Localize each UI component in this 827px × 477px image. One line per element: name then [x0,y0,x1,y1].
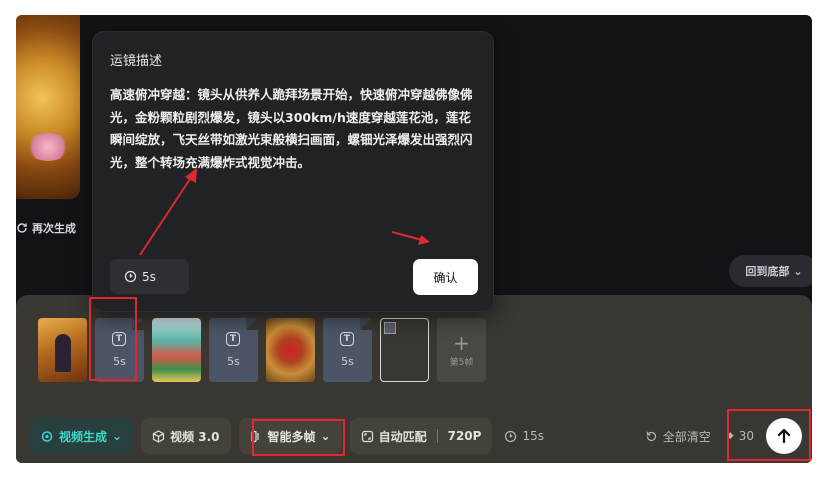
camera-motion-description[interactable]: 高速俯冲穿越：镜头从供养人跪拜场景开始，快速俯冲穿越佛像佛光，金粉颗粒剧烈爆发，… [110,84,482,174]
highlight-transition-frame [89,297,137,381]
regenerate-label: 再次生成 [32,222,76,235]
reset-icon [646,431,656,441]
refresh-icon [17,223,27,233]
video-mode-icon [41,430,53,442]
plus-icon: + [453,330,470,355]
back-to-bottom-button[interactable]: 回到底部 ⌄ [729,255,812,287]
divider [436,429,438,443]
chevron-down-icon: ⌄ [793,264,803,278]
resolution-label: 720P [447,429,482,443]
clock-icon [505,430,517,442]
add-frame-button[interactable]: + 第5帧 [437,318,486,382]
confirm-button[interactable]: 确认 [413,259,478,295]
keyframe-4[interactable] [380,318,429,382]
cube-icon [152,429,165,443]
text-icon: T [226,332,240,346]
highlight-send-button [727,409,811,461]
keyframe-2[interactable] [152,318,201,382]
mode-select[interactable]: 视频生成 ⌄ [30,418,134,454]
generated-image-preview[interactable] [16,15,80,199]
popover-duration-chip[interactable]: 5s [110,259,189,294]
clear-all-button[interactable]: 全部清空 [641,418,715,454]
transition-duration: 5s [227,355,240,368]
highlight-multiframe-button [252,419,345,456]
keyframe-1[interactable] [38,318,87,382]
transition-duration: 5s [341,355,354,368]
ratio-resolution-select[interactable]: 自动匹配 720P [349,418,493,454]
regenerate-button[interactable]: 再次生成 [16,220,76,236]
back-to-bottom-label: 回到底部 [745,265,790,278]
transition-3[interactable]: T 5s [323,318,372,382]
add-frame-label: 第5帧 [449,357,474,368]
ratio-label: 自动匹配 [378,429,427,444]
model-select[interactable]: 视频 3.0 [141,418,231,454]
transition-2[interactable]: T 5s [209,318,258,382]
chevron-down-icon: ⌄ [112,429,123,443]
aspect-ratio-icon [361,430,373,442]
clear-all-label: 全部清空 [662,429,711,444]
keyframe-3[interactable] [266,318,315,382]
popover-title: 运镜描述 [110,54,163,69]
duration-select[interactable]: 15s [500,418,548,454]
mode-label: 视频生成 [59,429,108,444]
text-icon: T [340,332,354,346]
camera-motion-popover: 运镜描述 高速俯冲穿越：镜头从供养人跪拜场景开始，快速俯冲穿越佛像佛光，金粉颗粒… [92,31,494,312]
duration-label: 15s [522,429,544,443]
model-label: 视频 3.0 [170,429,220,444]
popover-duration-value: 5s [142,269,156,284]
toolbar: 视频生成 ⌄ 视频 3.0 智能多帧 ⌄ 自动匹配 720P 15s 全部清空 … [30,417,802,455]
clock-icon [124,270,137,283]
workspace: 再次生成 回到底部 ⌄ T 5s T 5s T 5s + 第5帧 视频生成 ⌄ … [16,15,812,463]
